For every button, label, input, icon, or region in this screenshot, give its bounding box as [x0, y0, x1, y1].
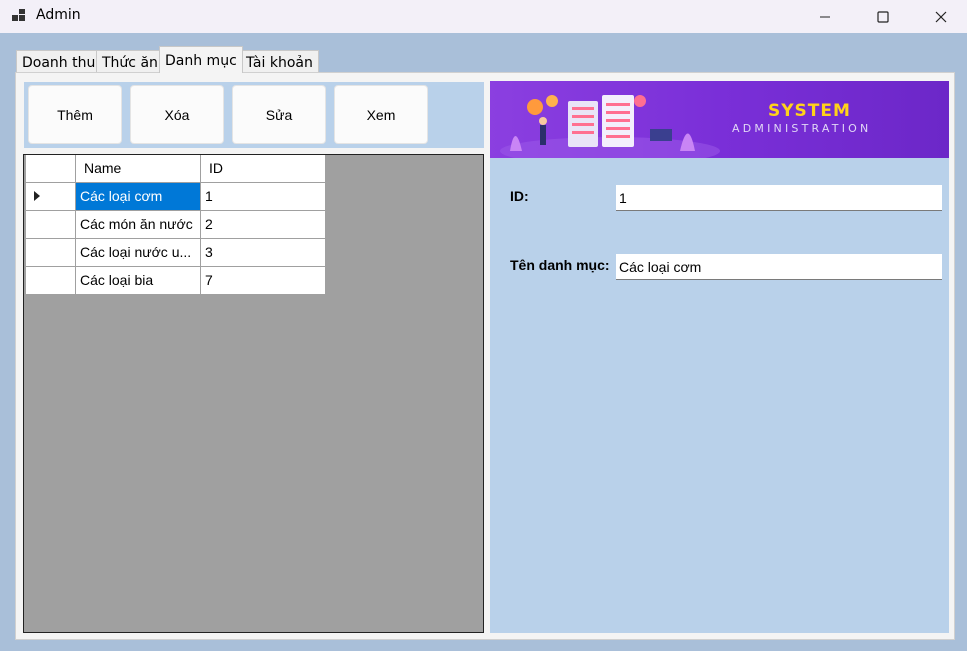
maximize-button[interactable] [854, 0, 912, 33]
add-button[interactable]: Thêm [29, 86, 121, 143]
tab-label: Thức ăn [102, 54, 158, 71]
column-header-id[interactable]: ID [200, 155, 326, 183]
banner-title: SYSTEM [768, 101, 851, 121]
cell-name[interactable]: Các món ăn nước [75, 209, 201, 239]
column-header-name[interactable]: Name [75, 155, 201, 183]
category-name-label: Tên danh mục: [510, 257, 610, 273]
close-icon [935, 11, 947, 22]
row-header-corner [25, 155, 76, 183]
row-header[interactable] [25, 265, 76, 295]
table-row[interactable]: Các loại nước u... 3 [25, 237, 326, 267]
title-bar: Admin [0, 0, 967, 33]
id-label: ID: [510, 188, 529, 204]
cell-name[interactable]: Các loại cơm [75, 181, 201, 211]
table-row[interactable]: Các món ăn nước 2 [25, 209, 326, 239]
category-grid[interactable]: Name ID Các loại cơm 1 Các món ăn nước 2… [23, 154, 484, 633]
detail-panel [490, 81, 949, 633]
row-header[interactable] [25, 237, 76, 267]
cell-id[interactable]: 2 [200, 209, 326, 239]
tab-thuc-an[interactable]: Thức ăn [96, 50, 164, 72]
cell-name[interactable]: Các loại nước u... [75, 237, 201, 267]
tab-label: Doanh thu [22, 54, 96, 71]
edit-button[interactable]: Sửa [233, 86, 325, 143]
cell-name[interactable]: Các loại bia [75, 265, 201, 295]
system-admin-banner: SYSTEM ADMINISTRATION [490, 81, 949, 158]
cell-id[interactable]: 7 [200, 265, 326, 295]
minimize-icon [820, 16, 830, 17]
table-row[interactable]: Các loại cơm 1 [25, 181, 326, 211]
server-illustration-icon [500, 95, 720, 158]
banner-subtitle: ADMINISTRATION [732, 122, 872, 135]
minimize-button[interactable] [796, 0, 854, 33]
table-row[interactable]: Các loại bia 7 [25, 265, 326, 295]
cell-id[interactable]: 3 [200, 237, 326, 267]
cell-id[interactable]: 1 [200, 181, 326, 211]
window-title: Admin [36, 7, 81, 23]
row-header[interactable] [25, 209, 76, 239]
current-row-arrow-icon [34, 191, 40, 201]
tab-label: Tài khoản [246, 54, 313, 71]
tab-danh-muc[interactable]: Danh mục [159, 46, 243, 73]
tab-tai-khoan[interactable]: Tài khoản [240, 50, 319, 72]
app-icon [12, 9, 28, 23]
tab-doanh-thu[interactable]: Doanh thu [16, 50, 102, 72]
close-button[interactable] [912, 0, 967, 33]
table-header-row: Name ID [25, 155, 326, 183]
view-button[interactable]: Xem [335, 86, 427, 143]
tab-label: Danh mục [165, 53, 237, 69]
delete-button[interactable]: Xóa [131, 86, 223, 143]
maximize-icon [877, 10, 889, 23]
category-table: Name ID Các loại cơm 1 Các món ăn nước 2… [25, 155, 326, 295]
id-field[interactable]: 1 [616, 185, 942, 211]
category-name-field[interactable]: Các loại cơm [616, 254, 942, 280]
row-header[interactable] [25, 181, 76, 211]
